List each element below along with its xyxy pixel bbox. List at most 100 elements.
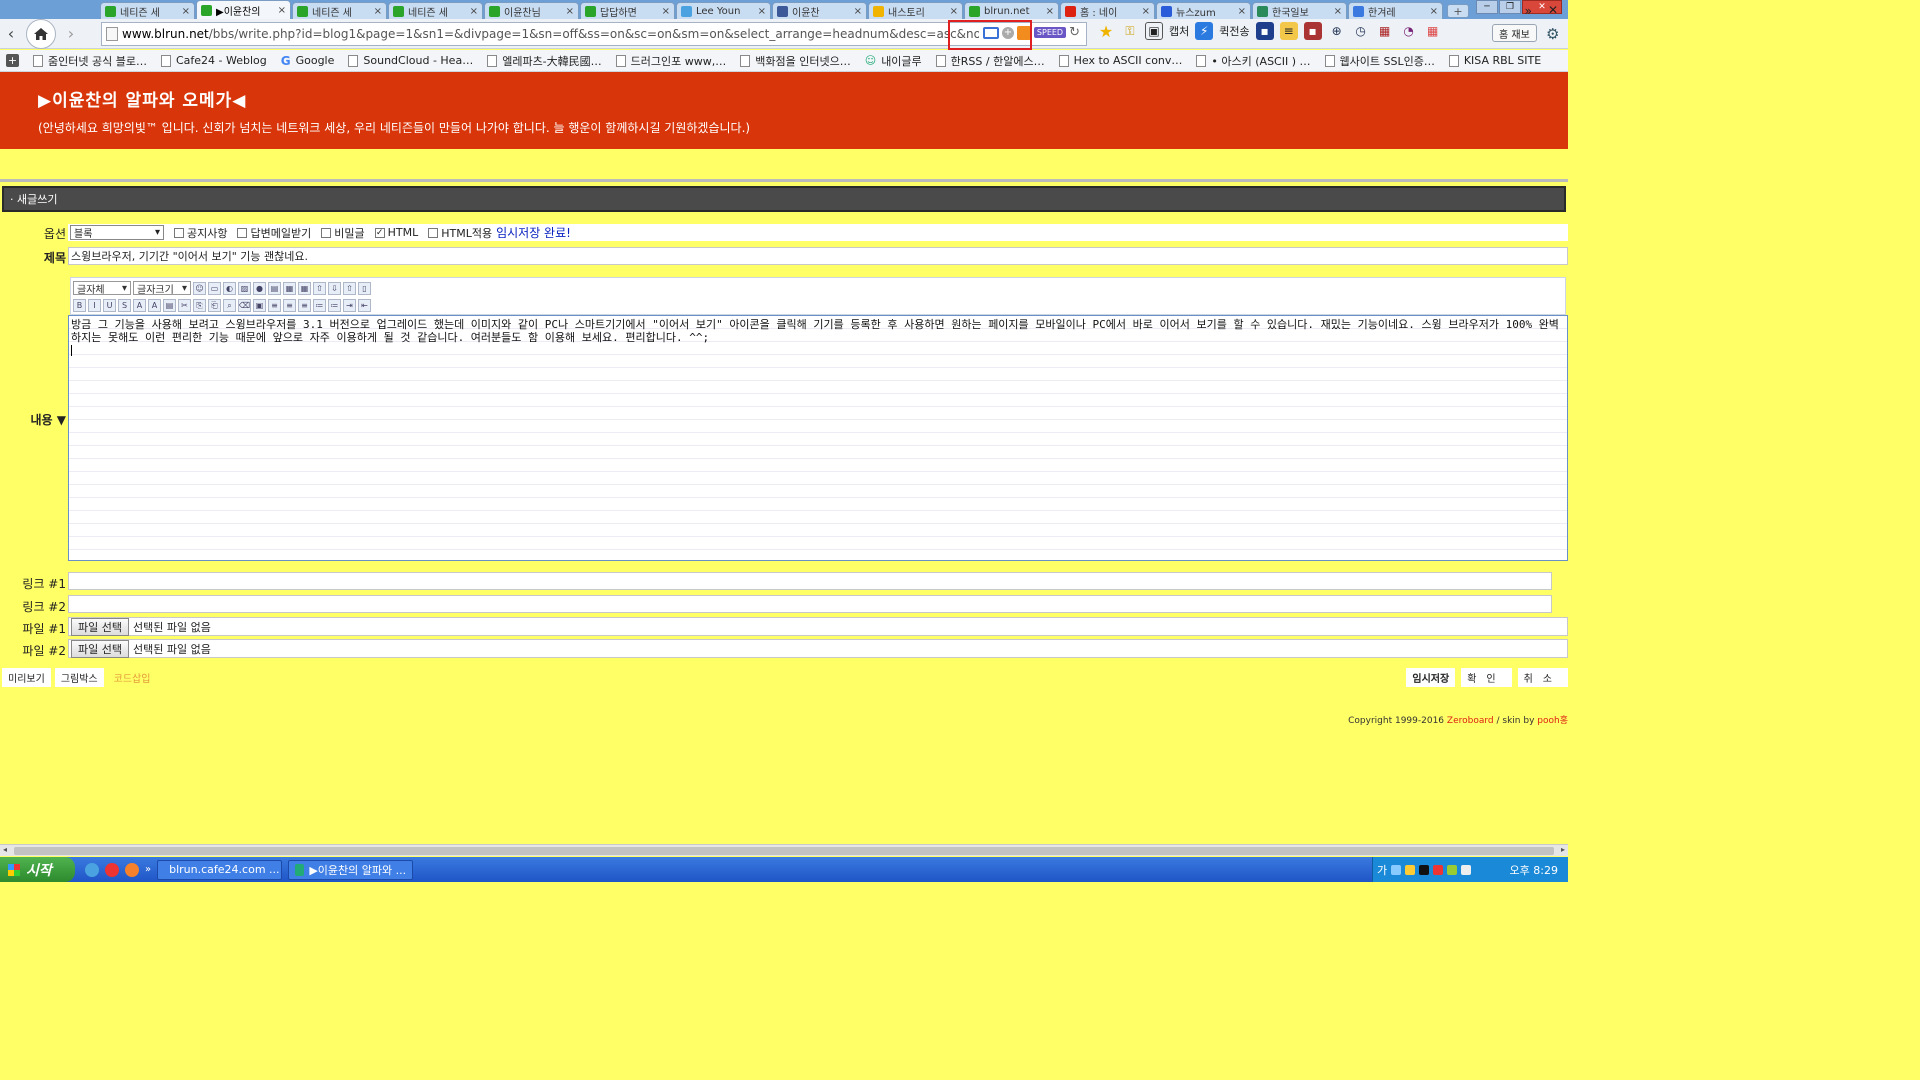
security-icon[interactable] — [1405, 864, 1416, 875]
volume-icon[interactable] — [1461, 864, 1472, 875]
zeroboard-link[interactable]: Zeroboard — [1447, 716, 1494, 726]
file2-choose-button[interactable]: 파일 선택 — [71, 639, 129, 658]
erase-icon[interactable]: ⌫ — [238, 299, 251, 312]
bookmark-item[interactable]: 웹사이트 SSL인증… — [1324, 53, 1435, 69]
quicksend-icon[interactable]: ⚡ — [1195, 22, 1214, 40]
back-button[interactable]: ‹ — [0, 22, 22, 46]
checkbox-checked-icon[interactable]: ✓ — [374, 227, 385, 238]
image-icon[interactable]: ▨ — [238, 281, 251, 295]
home-button[interactable] — [26, 18, 56, 49]
option-checkbox[interactable]: 공지사항 — [174, 225, 227, 241]
tab[interactable]: blrun.net × — [964, 2, 1059, 19]
tab-close-icon[interactable]: × — [470, 6, 478, 17]
calendar-icon[interactable]: ▦ — [1376, 22, 1394, 40]
tab-close-icon[interactable]: × — [182, 6, 190, 17]
forward-button[interactable]: › — [60, 22, 82, 46]
indent-icon[interactable]: ⇧ — [313, 281, 326, 295]
tab[interactable]: 이윤찬 × — [772, 2, 867, 19]
grid-icon[interactable]: ▦ — [298, 281, 311, 295]
new-tab-button[interactable]: + — [1447, 4, 1469, 18]
checkbox-icon[interactable] — [428, 227, 439, 238]
pie-icon[interactable]: ◔ — [1400, 22, 1418, 40]
tab[interactable]: 한겨레 × — [1348, 2, 1443, 19]
horizontal-scrollbar[interactable]: ◂ ▸ — [0, 844, 1568, 856]
hold-button[interactable]: 홈 재보 — [1492, 24, 1537, 42]
option-checkbox[interactable]: HTML적용 — [428, 225, 492, 241]
tab[interactable]: 내스토리 × — [868, 2, 963, 19]
tab[interactable]: 네티즌 세 × — [292, 2, 387, 19]
firefox-icon[interactable] — [125, 862, 139, 877]
tab-close-icon[interactable]: × — [1430, 6, 1438, 17]
scrollbar-thumb[interactable] — [14, 847, 1554, 855]
bookmark-item[interactable]: 백화점을 인터넷으… — [740, 53, 851, 69]
address-bar[interactable]: www.blrun.net/bbs/write.php?id=blog1&pag… — [101, 22, 1087, 46]
skin-author-link[interactable]: pooh홍 — [1537, 716, 1568, 726]
bookmarks-close-icon[interactable]: ✕ — [1548, 3, 1558, 17]
ordered-list-icon[interactable]: ≔ — [313, 299, 326, 312]
tab[interactable]: Lee Youn × — [676, 2, 771, 19]
bookmark-item[interactable]: 엘레파츠-大韓民國… — [487, 53, 602, 69]
indent-icon[interactable]: ⇥ — [343, 299, 356, 312]
temp-save-button[interactable]: 임시저장 — [1406, 668, 1456, 687]
link2-input[interactable] — [68, 595, 1552, 613]
option-checkbox[interactable]: 답변메일받기 — [237, 225, 311, 241]
code-insert-button[interactable]: 코드삽입 — [108, 668, 157, 687]
file1-choose-button[interactable]: 파일 선택 — [71, 617, 129, 636]
font-family-select[interactable]: 글자체 ▾ — [73, 281, 131, 296]
content-textarea[interactable]: 방금 그 기능을 사용해 보려고 스윙브라우저를 3.1 버전으로 업그레이드 … — [68, 315, 1568, 561]
tab-close-icon[interactable]: × — [1142, 6, 1150, 17]
bg-color-icon[interactable]: A — [148, 299, 161, 312]
bookmark-item[interactable]: • 아스키 (ASCII ) … — [1196, 53, 1311, 69]
taskbar-window[interactable]: ▶이윤찬의 알파와 ... — [288, 859, 414, 880]
tab-close-icon[interactable]: × — [1046, 6, 1054, 17]
tab-close-icon[interactable]: × — [1238, 6, 1246, 17]
bookmark-item[interactable]: 줌인터넷 공식 블로… — [33, 53, 147, 69]
bookmark-item[interactable]: KISA RBL SITE — [1448, 54, 1541, 67]
paste-icon[interactable]: ▤ — [163, 299, 176, 312]
tab[interactable]: 이윤찬님 × — [484, 2, 579, 19]
checkbox-icon[interactable] — [321, 227, 332, 238]
strike-icon[interactable]: S — [118, 299, 131, 312]
tab-close-icon[interactable]: × — [374, 6, 382, 17]
bookmark-item[interactable]: Hex to ASCII conv… — [1058, 54, 1182, 67]
disk-icon[interactable]: ▪ — [1303, 22, 1322, 40]
align-left-icon[interactable]: ≡ — [268, 299, 281, 312]
capture-label[interactable]: 캡처 — [1169, 23, 1189, 39]
tab[interactable]: 답답하면 × — [580, 2, 675, 19]
quick-launch-more-icon[interactable]: » — [145, 864, 151, 875]
chat-icon[interactable] — [1419, 864, 1430, 875]
link1-input[interactable] — [68, 572, 1552, 590]
emoticon-icon[interactable]: ☺ — [193, 281, 206, 295]
font-color-icon[interactable]: A — [133, 299, 146, 312]
globe-icon[interactable]: ● — [253, 281, 266, 295]
bookmark-item[interactable]: 한RSS / 한알에스… — [935, 53, 1045, 69]
tab-close-icon[interactable]: × — [278, 5, 286, 16]
content-label[interactable]: 내용 ▼ — [31, 411, 67, 428]
italic-icon[interactable]: I — [88, 299, 101, 312]
copy-icon[interactable]: ⎘ — [193, 299, 206, 312]
history-icon[interactable]: ◷ — [1352, 22, 1370, 40]
bold-icon[interactable]: B — [73, 299, 86, 312]
font-size-select[interactable]: 글자크기 ▾ — [133, 281, 191, 296]
network-icon[interactable] — [1391, 864, 1402, 875]
outdent-icon[interactable]: ⇤ — [358, 299, 371, 312]
option-checkbox[interactable]: 비밀글 — [321, 225, 365, 241]
bookmark-item[interactable]: Cafe24 - Weblog — [160, 54, 267, 67]
table-icon[interactable]: ▦ — [283, 281, 296, 295]
minimize-button[interactable]: ─ — [1476, 0, 1498, 14]
imagebox-button[interactable]: 그림박스 — [54, 668, 104, 687]
tab[interactable]: 네티즌 세 × — [100, 2, 195, 19]
unordered-list-icon[interactable]: ≔ — [328, 299, 341, 312]
save-icon[interactable]: ▣ — [253, 299, 266, 312]
site-title[interactable]: ▶이윤찬의 알파와 오메가◀ — [38, 86, 246, 111]
key-icon[interactable]: ⚿ — [1121, 22, 1139, 40]
outdent-icon[interactable]: ⇩ — [328, 281, 341, 295]
tab[interactable]: 한국일보 × — [1252, 2, 1347, 19]
maximize-button[interactable]: ❐ — [1499, 0, 1521, 14]
tab-close-icon[interactable]: × — [566, 6, 574, 17]
quicksend-label[interactable]: 퀵전송 — [1219, 23, 1249, 39]
reload-icon[interactable]: ↻ — [1069, 25, 1080, 40]
underline-icon[interactable]: U — [103, 299, 116, 312]
bookmarks-more-icon[interactable]: » — [1525, 4, 1532, 18]
swing-icon[interactable] — [105, 862, 119, 877]
